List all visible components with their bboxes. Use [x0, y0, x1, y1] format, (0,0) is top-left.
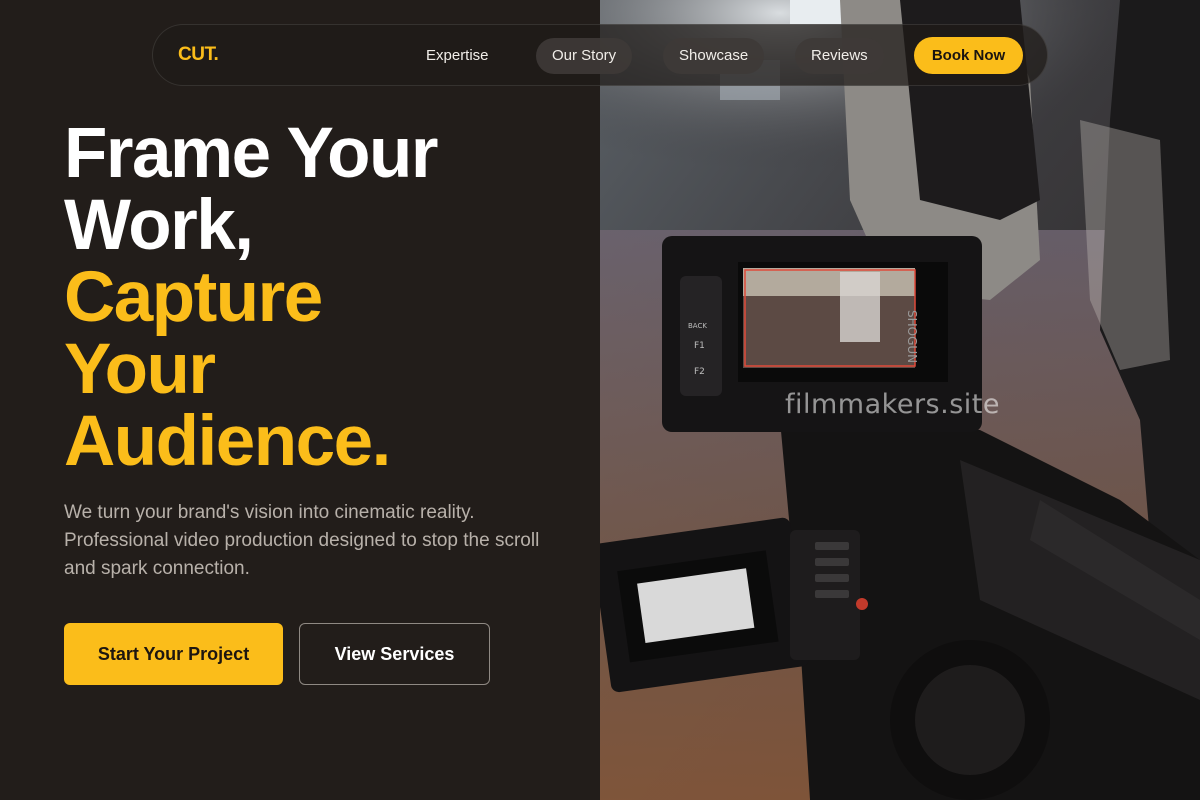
- nav-link-our-story[interactable]: Our Story: [536, 38, 633, 74]
- nav-link-expertise[interactable]: Expertise: [410, 38, 505, 74]
- svg-text:F1: F1: [694, 341, 705, 351]
- top-navbar: CUT. Expertise Our Story Showcase Review…: [152, 24, 1048, 86]
- nav-link-reviews[interactable]: Reviews: [795, 38, 884, 74]
- headline-accent-line-2: Your: [64, 330, 216, 409]
- watermark-text: filmmakers.site: [785, 389, 1000, 420]
- headline-accent-line-1: Capture: [64, 258, 323, 337]
- headline-accent-line-3: Audience.: [64, 402, 391, 481]
- hero-headline: Frame Your Work, Capture Your Audience.: [64, 118, 584, 478]
- svg-text:SHOGUN: SHOGUN: [905, 310, 919, 363]
- nav-link-showcase[interactable]: Showcase: [663, 38, 765, 74]
- headline-line-2: Work,: [64, 186, 254, 265]
- svg-text:BACK: BACK: [688, 322, 707, 330]
- headline-line-1: Frame Your: [64, 114, 439, 193]
- hero-subtext: We turn your brand's vision into cinemat…: [64, 502, 540, 579]
- svg-text:F2: F2: [694, 367, 705, 377]
- book-now-button[interactable]: Book Now: [914, 37, 1023, 74]
- view-services-button[interactable]: View Services: [299, 623, 490, 685]
- brand-logo[interactable]: CUT.: [178, 44, 219, 66]
- start-project-button[interactable]: Start Your Project: [64, 623, 283, 685]
